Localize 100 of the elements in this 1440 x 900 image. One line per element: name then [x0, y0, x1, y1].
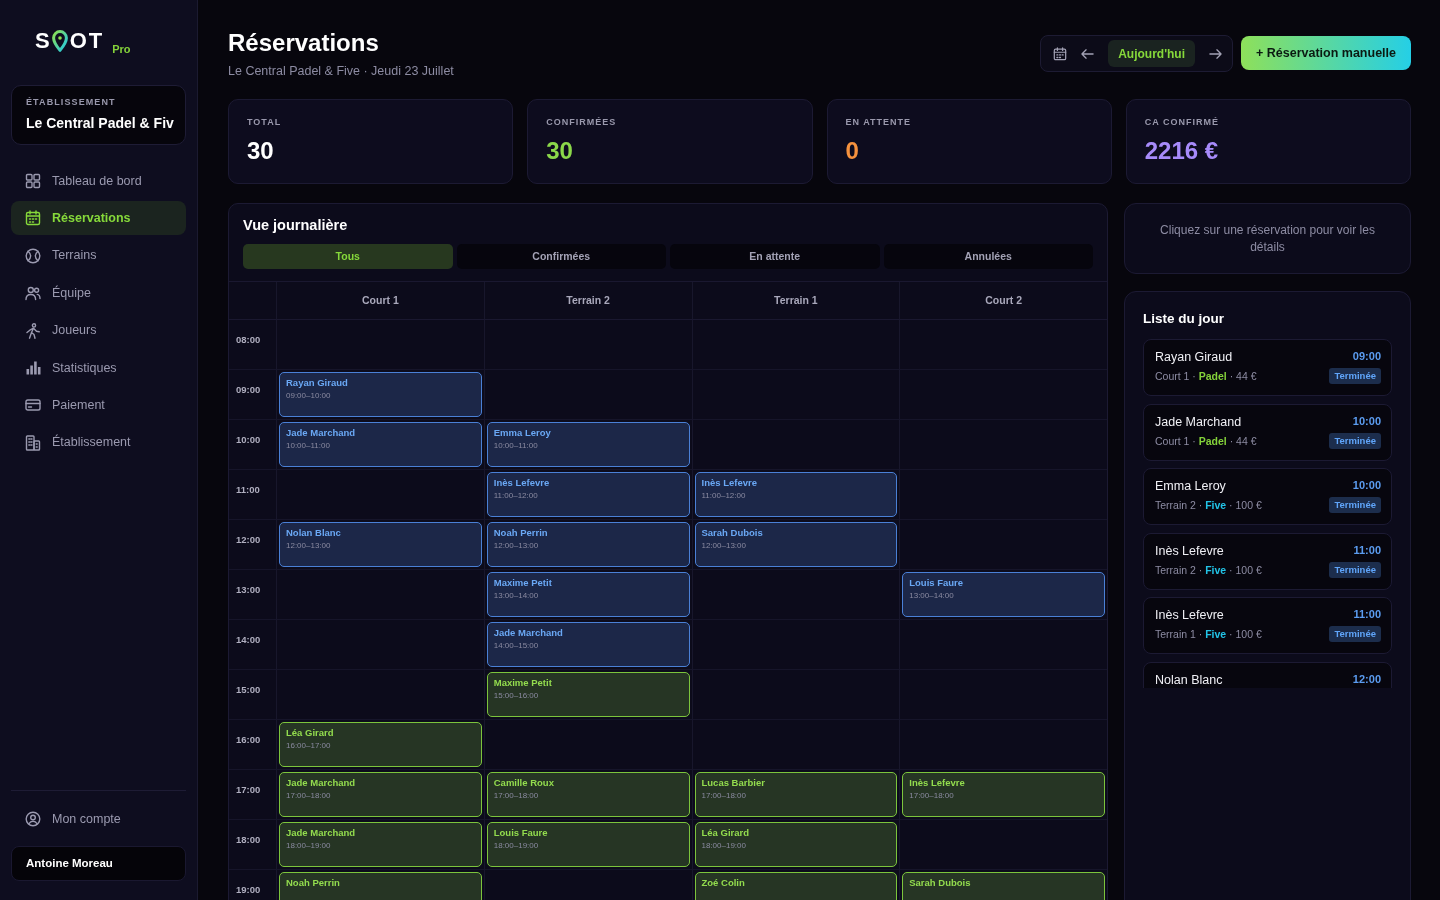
booking-name: Jade Marchand: [286, 827, 357, 839]
bar-chart-icon: [25, 359, 41, 376]
stat-label: EN ATTENTE: [845, 116, 912, 128]
booking-list-item[interactable]: Rayan Giraud Court 1 · Padel · 44 € 09:00 Terminée: [1143, 339, 1392, 396]
filter-tab[interactable]: Tous: [243, 244, 453, 269]
sidebar-item[interactable]: Établissement: [11, 425, 186, 460]
stat-value: 30: [247, 137, 275, 165]
booking-time: 11:00–12:00: [701, 491, 747, 501]
account-item[interactable]: Mon compte: [11, 802, 186, 836]
walking-person-icon: [25, 322, 41, 339]
user-card[interactable]: Antoine Moreau: [11, 846, 186, 881]
stat-value: 0: [845, 137, 860, 165]
details-hint: Cliquez sur une réservation pour voir les détails: [1159, 221, 1376, 256]
booking-time: 09:00: [1352, 349, 1381, 363]
today-button[interactable]: Aujourd'hui: [1108, 40, 1195, 67]
booking-block[interactable]: Inès Lefevre 17:00–18:00: [902, 772, 1105, 817]
guest-name: Emma Leroy: [1155, 478, 1227, 494]
booking-name: Camille Roux: [493, 777, 555, 789]
booking-block[interactable]: Zoé Colin: [694, 872, 898, 900]
time-label: 11:00: [236, 484, 260, 496]
calendar-icon[interactable]: [1053, 46, 1068, 61]
booking-block[interactable]: Jade Marchand 10:00–11:00: [279, 422, 482, 467]
user-circle-icon: [25, 811, 41, 827]
booking-name: Zoé Colin: [701, 877, 746, 889]
booking-block[interactable]: Rayan Giraud 09:00–10:00: [279, 372, 482, 417]
booking-time: 17:00–18:00: [493, 791, 540, 801]
booking-block[interactable]: Louis Faure 13:00–14:00: [902, 572, 1105, 617]
booking-list-item[interactable]: Jade Marchand Court 1 · Padel · 44 € 10:00 Terminée: [1143, 403, 1392, 461]
booking-block[interactable]: Sarah Dubois 12:00–13:00: [694, 522, 898, 567]
booking-block[interactable]: Camille Roux 17:00–18:00: [486, 772, 690, 817]
new-booking-button[interactable]: + Réservation manuelle: [1241, 36, 1411, 70]
booking-time: 16:00–17:00: [286, 741, 332, 751]
people-icon: [25, 285, 41, 302]
booking-block[interactable]: Noah Perrin: [279, 872, 482, 900]
booking-name: Emma Leroy: [493, 427, 552, 439]
booking-name: Jade Marchand: [493, 627, 564, 639]
booking-time: 10:00: [1352, 413, 1381, 428]
sidebar-item[interactable]: Tableau de bord: [11, 164, 186, 198]
booking-block[interactable]: Lucas Barbier 17:00–18:00: [694, 772, 898, 817]
booking-list-item[interactable]: Emma Leroy Terrain 2 · Five · 100 € 10:00 Terminée: [1143, 468, 1392, 525]
booking-name: Inès Lefevre: [909, 777, 966, 789]
booking-block[interactable]: Emma Leroy 10:00–11:00: [486, 422, 690, 467]
booking-name: Sarah Dubois: [701, 527, 764, 539]
booking-block[interactable]: Louis Faure 18:00–19:00: [486, 822, 690, 867]
booking-name: Maxime Petit: [493, 677, 553, 689]
column-header: Court 2: [899, 282, 1107, 320]
column-header: Terrain 2: [483, 282, 692, 320]
booking-time: 13:00–14:00: [909, 591, 955, 601]
booking-time: 10:00–11:00: [493, 441, 539, 451]
time-label: 08:00: [236, 334, 261, 346]
panel-title: Vue journalière: [242, 216, 349, 234]
booking-block[interactable]: Maxime Petit 15:00–16:00: [486, 672, 690, 717]
booking-block[interactable]: Inès Lefevre 11:00–12:00: [694, 472, 898, 517]
filter-tab[interactable]: Annulées: [883, 244, 1093, 269]
booking-list-item[interactable]: Nolan Blanc 12:00: [1143, 661, 1392, 688]
stat-value: 2216 €: [1144, 137, 1220, 165]
booking-time: 18:00–19:00: [701, 841, 747, 851]
ball-icon: [25, 247, 41, 264]
booking-block[interactable]: Maxime Petit 13:00–14:00: [486, 572, 690, 617]
page-subtitle: Le Central Padel & Five · Jeudi 23 Juillet: [228, 64, 454, 79]
sidebar-item[interactable]: Paiement: [11, 388, 186, 423]
card-icon: [25, 397, 41, 414]
booking-block[interactable]: Jade Marchand 14:00–15:00: [486, 622, 690, 667]
sidebar-item[interactable]: Équipe: [11, 276, 186, 311]
arrow-left-icon[interactable]: [1081, 47, 1095, 60]
booking-block[interactable]: Jade Marchand 18:00–19:00: [279, 822, 482, 867]
booking-block[interactable]: Léa Girard 16:00–17:00: [279, 722, 482, 767]
guest-name: Inès Lefevre: [1155, 607, 1225, 623]
booking-name: Jade Marchand: [286, 777, 357, 789]
booking-block[interactable]: Inès Lefevre 11:00–12:00: [486, 472, 690, 517]
status-badge: Terminée: [1329, 561, 1381, 578]
building-icon: [25, 434, 41, 451]
booking-name: Louis Faure: [909, 577, 965, 589]
booking-block[interactable]: Nolan Blanc 12:00–13:00: [279, 522, 482, 567]
status-badge: Terminée: [1329, 368, 1381, 384]
filter-tab[interactable]: Confirmées: [456, 244, 666, 269]
filter-tab[interactable]: En attente: [670, 244, 880, 269]
time-label: 16:00: [236, 734, 261, 746]
arrow-right-icon[interactable]: [1209, 47, 1222, 60]
booking-time: 18:00–19:00: [286, 841, 332, 851]
time-label: 18:00: [236, 834, 261, 846]
booking-list-item[interactable]: Inès Lefevre Terrain 2 · Five · 100 € 11:00 Terminée: [1143, 532, 1392, 590]
sidebar-item[interactable]: Statistiques: [11, 350, 186, 385]
sidebar-item[interactable]: Réservations: [11, 201, 186, 236]
booking-block[interactable]: Sarah Dubois: [902, 872, 1105, 900]
booking-time: 13:00–14:00: [493, 591, 540, 601]
grid-icon: [25, 173, 41, 189]
booking-meta: Terrain 2 · Five · 100 €: [1155, 499, 1262, 512]
time-label: 12:00: [236, 534, 261, 546]
booking-block[interactable]: Noah Perrin 12:00–13:00: [486, 522, 690, 567]
column-header: Court 1: [276, 282, 484, 320]
sidebar-item[interactable]: Joueurs: [11, 313, 186, 348]
booking-block[interactable]: Léa Girard 18:00–19:00: [694, 822, 898, 867]
booking-name: Jade Marchand: [286, 427, 357, 439]
booking-block[interactable]: Jade Marchand 17:00–18:00: [279, 772, 482, 817]
booking-meta: Court 1 · Padel · 44 €: [1155, 434, 1257, 448]
sidebar-item[interactable]: Terrains: [11, 238, 186, 273]
booking-time: 17:00–18:00: [701, 791, 747, 801]
booking-name: Nolan Blanc: [286, 527, 342, 539]
booking-list-item[interactable]: Inès Lefevre Terrain 1 · Five · 100 € 11:00 Terminée: [1143, 597, 1392, 654]
